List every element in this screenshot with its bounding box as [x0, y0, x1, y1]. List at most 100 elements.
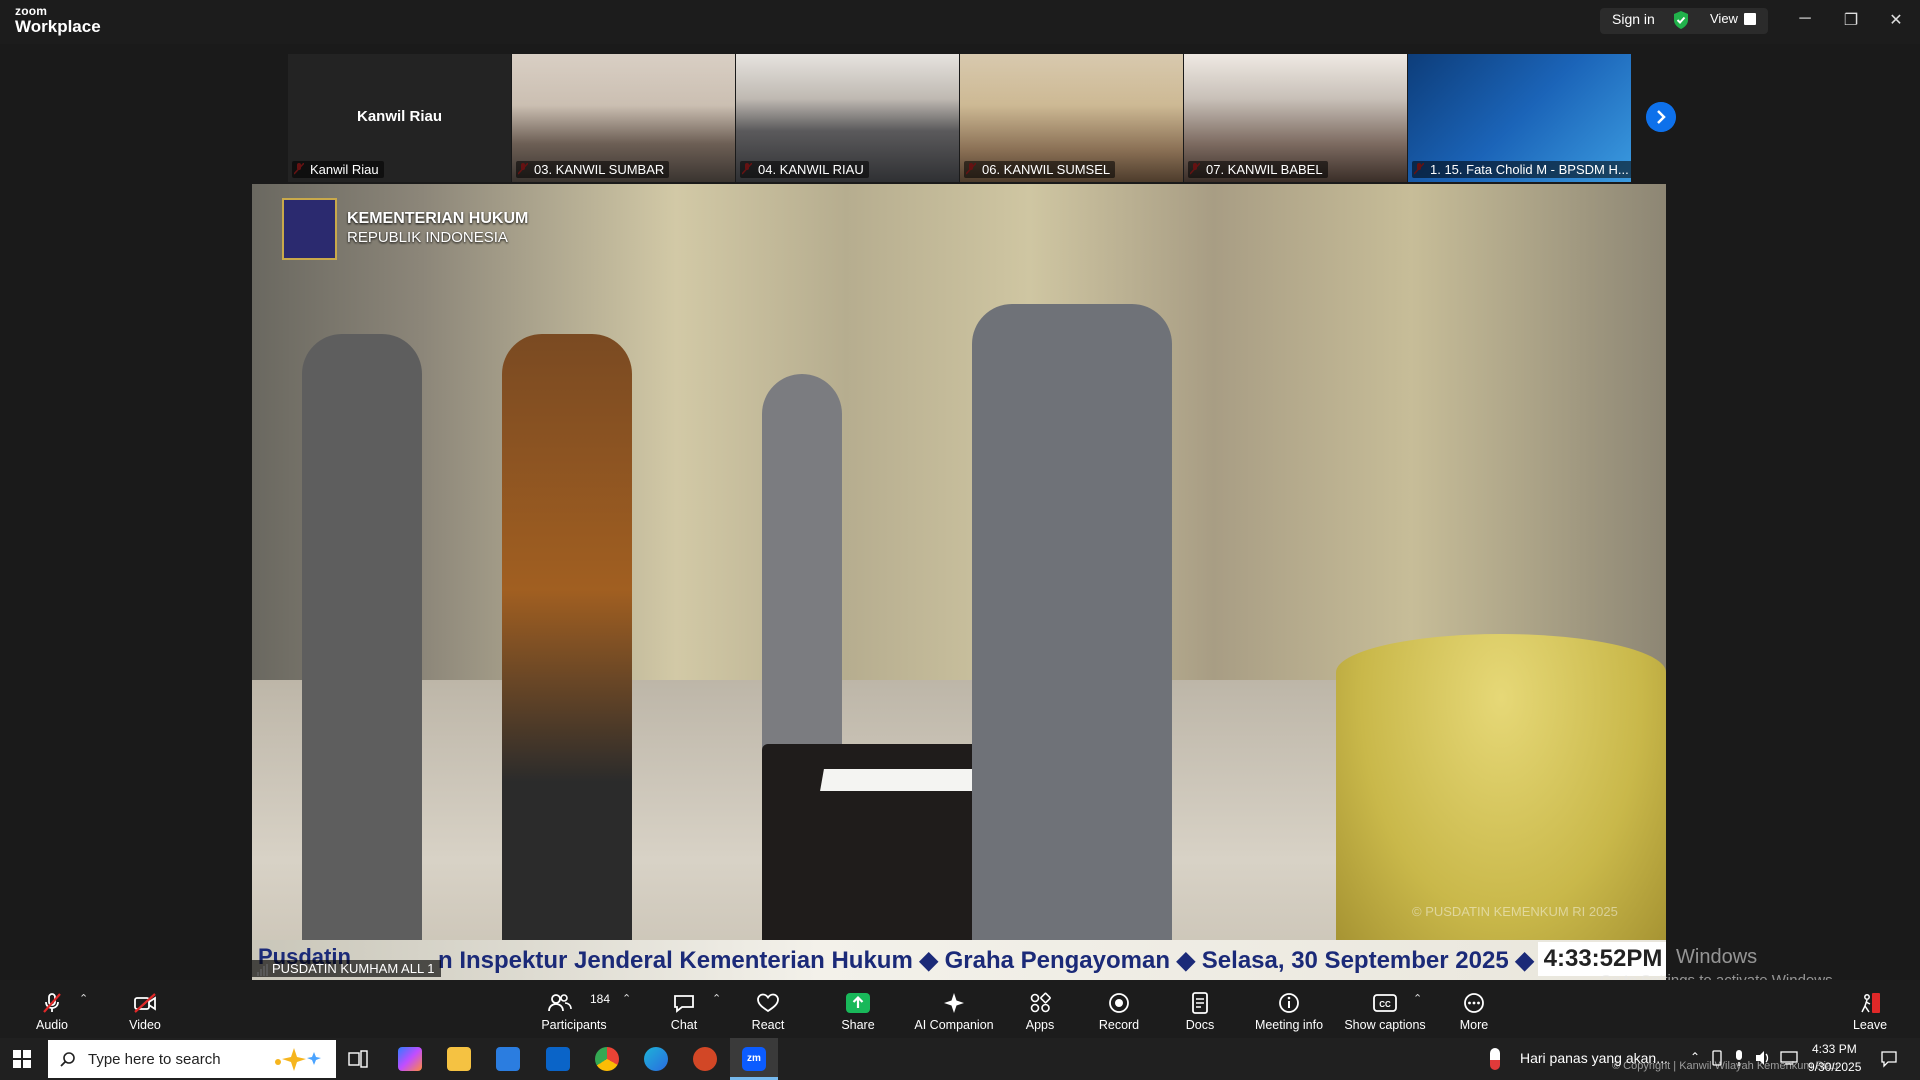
search-icon	[60, 1052, 75, 1067]
activate-windows-title: Windows	[1676, 946, 1758, 968]
copyright-overlay: © Copyright | Kanwil Wilayah Kemenkum Ri…	[1612, 1060, 1839, 1072]
audio-options-caret-icon[interactable]: ⌃	[79, 992, 88, 1005]
search-placeholder: Type here to search	[88, 1051, 221, 1068]
chat-bubble-icon	[674, 995, 694, 1013]
docs-button[interactable]: Docs	[1180, 980, 1220, 1038]
record-button[interactable]: Record	[1094, 980, 1144, 1038]
ticker-text: n Inspektur Jenderal Kementerian Hukum ◆…	[438, 947, 1593, 974]
windows-start-icon[interactable]	[13, 1050, 31, 1068]
ai-sparkle-icon	[944, 993, 964, 1013]
chat-label: Chat	[670, 1018, 698, 1032]
docs-label: Docs	[1185, 1018, 1215, 1032]
zoom-workplace-logo: zoom Workplace	[15, 5, 101, 35]
clock-date[interactable]: 9/30/2025	[1808, 1060, 1861, 1074]
react-label: React	[751, 1018, 785, 1032]
more-dots-icon	[1464, 993, 1484, 1013]
edge-icon[interactable]	[644, 1047, 668, 1071]
show-captions-label: Show captions	[1344, 1018, 1426, 1032]
audio-label: Audio	[36, 1018, 68, 1032]
ministry-country: REPUBLIK INDONESIA	[347, 229, 508, 246]
meeting-info-button[interactable]: Meeting info	[1252, 980, 1326, 1038]
video-person	[972, 304, 1172, 980]
captions-options-caret-icon[interactable]: ⌃	[1413, 992, 1422, 1005]
more-label: More	[1459, 1018, 1489, 1032]
chat-button[interactable]: Chat	[664, 980, 704, 1038]
record-icon	[1109, 993, 1129, 1013]
notifications-icon[interactable]	[1880, 1050, 1898, 1068]
video-copyright: © PUSDATIN KEMENKUM RI 2025	[1412, 904, 1618, 919]
ai-companion-button[interactable]: AI Companion	[912, 980, 996, 1038]
ministry-logo	[282, 198, 337, 260]
video-person	[762, 374, 842, 774]
apps-button[interactable]: Apps	[1020, 980, 1060, 1038]
participant-tile[interactable]: 07. KANWIL BABEL	[1184, 54, 1407, 182]
windows-taskbar: Type here to search zm Hari panas yang a…	[0, 1038, 1920, 1080]
participant-tile[interactable]: 1. 15. Fata Cholid M - BPSDM H...	[1408, 54, 1631, 182]
file-explorer-icon[interactable]	[447, 1047, 471, 1071]
restore-button[interactable]: ❐	[1839, 10, 1863, 32]
participant-label: 07. KANWIL BABEL	[1188, 161, 1328, 178]
share-screen-icon	[846, 993, 870, 1013]
taskbar-search-box[interactable]: Type here to search	[48, 1040, 336, 1078]
sign-in-button[interactable]: Sign in	[1612, 11, 1655, 27]
react-button[interactable]: React	[748, 980, 788, 1038]
thumbnail-strip: Kanwil Riau Kanwil Riau 03. KANWIL SUMBA…	[288, 54, 1632, 182]
minimize-button[interactable]: ─	[1793, 10, 1817, 32]
ai-companion-label: AI Companion	[914, 1018, 994, 1032]
close-button[interactable]: ✕	[1884, 10, 1908, 32]
participant-tile[interactable]: 03. KANWIL SUMBAR	[512, 54, 735, 182]
video-off-icon	[134, 993, 156, 1013]
task-view-icon[interactable]	[348, 1050, 368, 1068]
more-button[interactable]: More	[1454, 980, 1494, 1038]
meeting-info-label: Meeting info	[1254, 1018, 1324, 1032]
share-label: Share	[841, 1018, 875, 1032]
leave-door-icon	[1861, 993, 1880, 1013]
search-highlight-sparkles-icon	[275, 1048, 321, 1071]
apps-label: Apps	[1025, 1018, 1055, 1032]
participants-icon	[548, 994, 572, 1012]
copilot-icon[interactable]	[398, 1047, 422, 1071]
participant-tile[interactable]: 06. KANWIL SUMSEL	[960, 54, 1183, 182]
participant-label: 06. KANWIL SUMSEL	[964, 161, 1116, 178]
participants-label: Participants	[541, 1018, 607, 1032]
video-button[interactable]: Video	[116, 980, 174, 1038]
info-icon	[1279, 993, 1299, 1013]
audio-button[interactable]: Audio	[24, 980, 80, 1038]
participant-tile[interactable]: 04. KANWIL RIAU	[736, 54, 959, 182]
participant-label: 04. KANWIL RIAU	[740, 161, 869, 178]
video-label: Video	[129, 1018, 161, 1032]
leave-label: Leave	[1852, 1018, 1888, 1032]
record-label: Record	[1098, 1018, 1140, 1032]
outlook-icon[interactable]	[546, 1047, 570, 1071]
video-person	[302, 334, 422, 974]
title-bar: zoom Workplace Sign in View ─ ❐ ✕	[0, 0, 1920, 44]
svg-text:CC: CC	[1379, 1000, 1391, 1009]
participants-options-caret-icon[interactable]: ⌃	[622, 992, 631, 1005]
clock-time[interactable]: 4:33 PM	[1812, 1042, 1857, 1056]
broadcast-clock: 4:33:52PM	[1538, 942, 1666, 976]
zoom-taskbar-button[interactable]: zm	[730, 1038, 778, 1080]
powerpoint-icon[interactable]	[693, 1047, 717, 1071]
microsoft-store-icon[interactable]	[496, 1047, 520, 1071]
chrome-icon[interactable]	[595, 1047, 619, 1071]
leave-button[interactable]: Leave	[1850, 980, 1890, 1038]
main-video[interactable]: KEMENTERIAN HUKUM REPUBLIK INDONESIA © P…	[252, 184, 1666, 980]
closed-captions-icon: CC	[1373, 994, 1397, 1012]
share-button[interactable]: Share	[838, 980, 878, 1038]
security-shield-icon[interactable]	[1672, 10, 1690, 30]
heart-icon	[757, 993, 779, 1013]
participant-label: 03. KANWIL SUMBAR	[516, 161, 670, 178]
participants-button[interactable]: Participants	[534, 980, 614, 1038]
active-speaker-label: PUSDATIN KUMHAM ALL 1	[252, 960, 441, 977]
next-page-chevron-icon[interactable]	[1646, 102, 1676, 132]
participant-label: 1. 15. Fata Cholid M - BPSDM H...	[1412, 161, 1631, 178]
ministry-name: KEMENTERIAN HUKUM	[347, 210, 529, 227]
logo-brand-top: zoom	[15, 4, 48, 18]
chat-options-caret-icon[interactable]: ⌃	[712, 992, 721, 1005]
participant-tile[interactable]: Kanwil Riau Kanwil Riau	[288, 54, 511, 182]
zoom-app-icon: zm	[742, 1047, 766, 1071]
muted-mic-icon	[43, 993, 61, 1013]
view-button[interactable]: View	[1710, 11, 1738, 26]
apps-icon	[1030, 992, 1051, 1013]
show-captions-button[interactable]: CC Show captions	[1344, 980, 1426, 1038]
